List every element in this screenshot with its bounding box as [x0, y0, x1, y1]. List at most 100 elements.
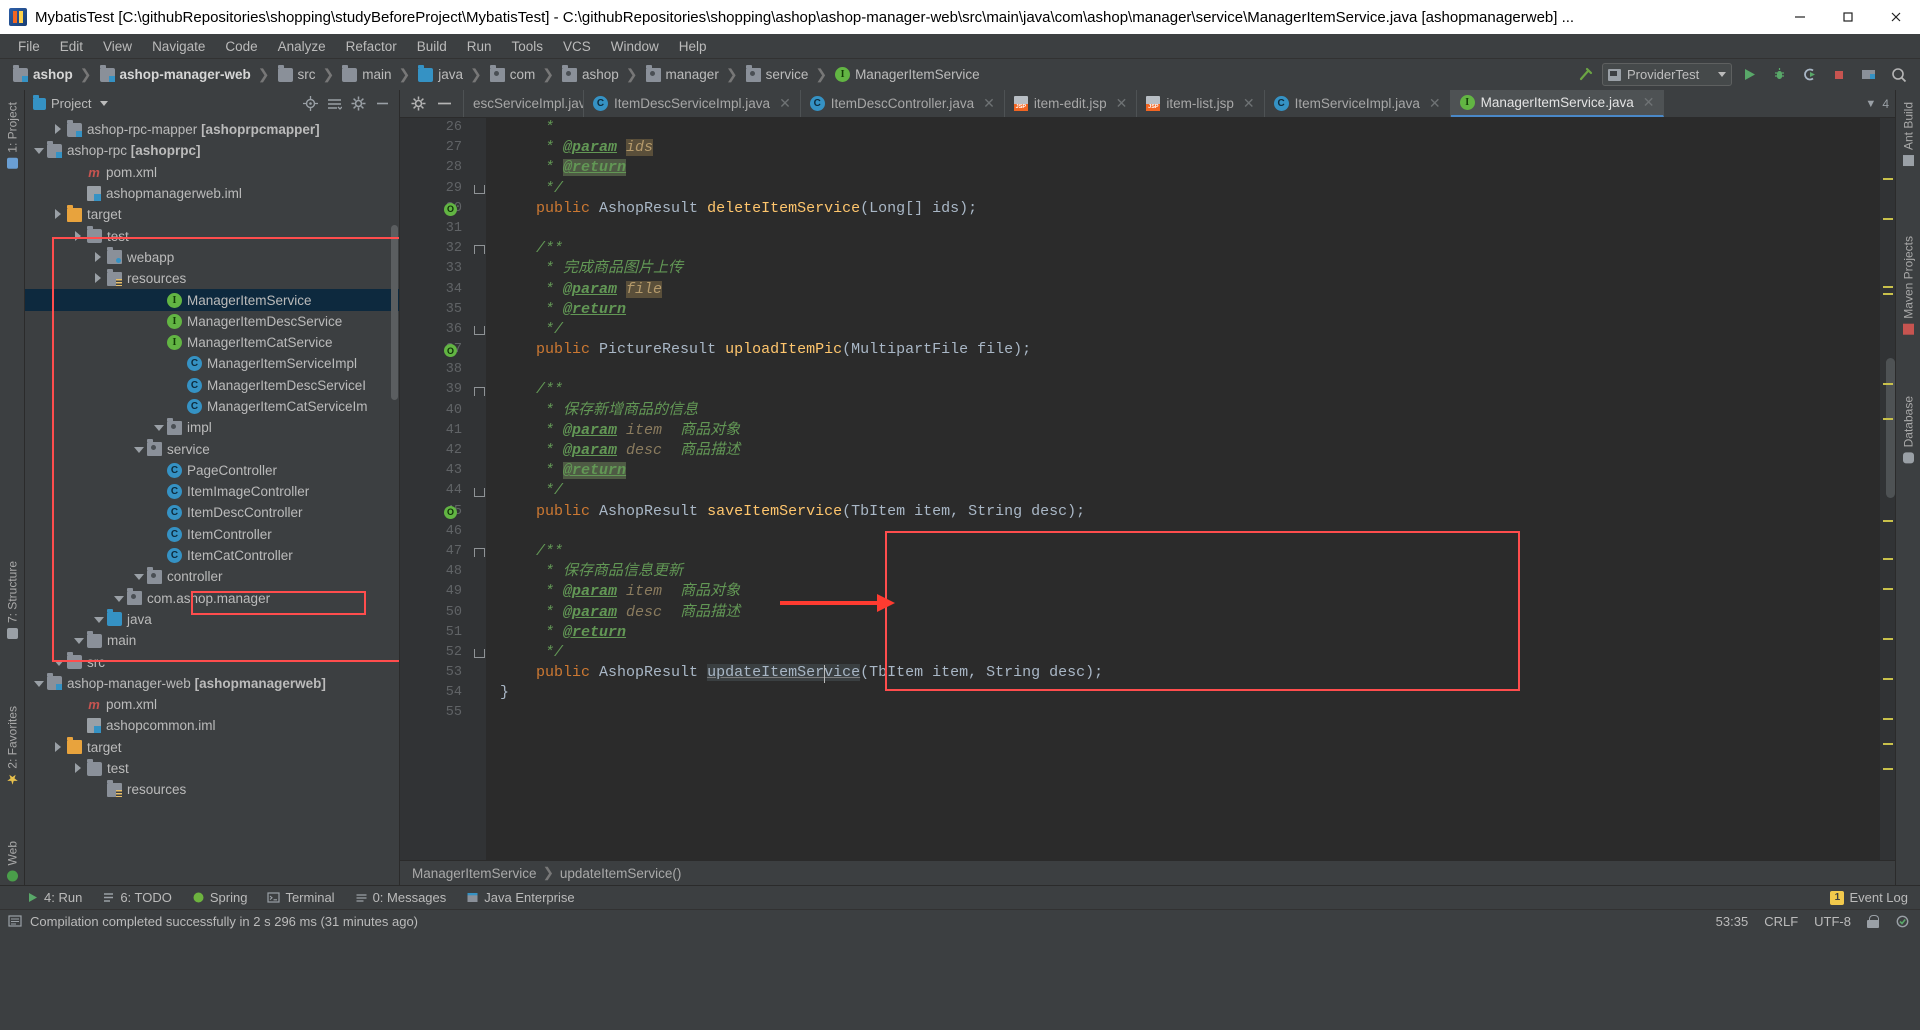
bottom-tab-spring[interactable]: Spring [192, 890, 247, 905]
chevron-down-icon[interactable] [33, 145, 44, 156]
chevron-down-icon[interactable] [53, 657, 64, 668]
tree-item[interactable]: I ManagerItemService [25, 289, 399, 311]
editor-tab-5[interactable]: C ItemServiceImpl.java ✕ [1264, 90, 1451, 117]
tree-item[interactable]: test [25, 758, 399, 779]
menu-view[interactable]: View [93, 36, 142, 57]
tool-tab-project[interactable]: 1: Project [0, 96, 25, 175]
run-button[interactable] [1736, 63, 1762, 87]
tool-tab-structure[interactable]: 7: Structure [0, 555, 25, 645]
tree-item[interactable]: ashop-rpc [ashoprpc] [25, 140, 399, 161]
breadcrumb-manager[interactable]: manager ❯ [643, 64, 743, 83]
breadcrumb-method[interactable]: updateItemService() [560, 866, 682, 881]
debug-button[interactable] [1766, 63, 1792, 87]
tree-item[interactable]: controller [25, 566, 399, 587]
implement-marker-icon[interactable]: O [444, 202, 457, 216]
editor-tab-6[interactable]: I ManagerItemService.java ✕ [1450, 90, 1665, 117]
tool-tab-database[interactable]: Database [1896, 390, 1920, 469]
bottom-tab-run[interactable]: 4: Run [26, 890, 82, 905]
tree-item[interactable]: resources [25, 779, 399, 800]
tool-tab-ant-build[interactable]: Ant Build [1896, 96, 1920, 172]
tree-item[interactable]: service [25, 438, 399, 459]
tool-tab-web[interactable]: Web [0, 835, 25, 887]
menu-navigate[interactable]: Navigate [142, 36, 215, 57]
project-structure-icon[interactable] [1856, 63, 1882, 87]
menu-vcs[interactable]: VCS [553, 36, 601, 57]
tree-item[interactable]: target [25, 737, 399, 758]
tree-item[interactable]: m pom.xml [25, 694, 399, 715]
tree-item[interactable]: webapp [25, 247, 399, 268]
tree-item[interactable]: ashopmanagerweb.iml [25, 183, 399, 204]
menu-window[interactable]: Window [601, 36, 669, 57]
chevron-down-icon[interactable] [33, 678, 44, 689]
stop-button[interactable] [1826, 63, 1852, 87]
menu-code[interactable]: Code [215, 36, 267, 57]
project-file-tree[interactable]: ashop-rpc-mapper [ashoprpcmapper] ashop-r… [25, 117, 399, 885]
breadcrumb-main[interactable]: main ❯ [339, 64, 415, 83]
minimize-button[interactable] [1776, 0, 1824, 34]
fold-handle-icon[interactable] [473, 244, 485, 255]
bottom-tab-todo[interactable]: 6: TODO [102, 890, 172, 905]
editor-scrollbar[interactable] [1886, 358, 1895, 498]
hide-icon[interactable] [437, 96, 452, 111]
caret-position[interactable]: 53:35 [1716, 914, 1749, 929]
editor-tab-1[interactable]: C ItemDescServiceImpl.java ✕ [584, 90, 801, 117]
chevron-right-icon[interactable] [93, 251, 104, 263]
close-icon[interactable]: ✕ [1116, 95, 1128, 112]
tree-item[interactable]: C ItemCatController [25, 545, 399, 566]
source-code-text[interactable]: * * @param ids * @return */ public Ashop… [486, 118, 1880, 860]
chevron-down-icon[interactable] [133, 444, 144, 455]
breadcrumb-ashop[interactable]: ashop ❯ [10, 64, 97, 83]
tree-item[interactable]: C ManagerItemCatServiceIm [25, 396, 399, 417]
breadcrumb-class[interactable]: ManagerItemService [412, 866, 537, 881]
collapse-all-icon[interactable] [327, 96, 342, 111]
breadcrumb-src[interactable]: src ❯ [275, 64, 340, 83]
tree-item[interactable]: C PageController [25, 460, 399, 481]
chevron-right-icon[interactable] [93, 273, 104, 284]
event-log-button[interactable]: 1 Event Log [1830, 890, 1908, 905]
chevron-down-icon[interactable] [153, 422, 164, 433]
breadcrumb-service[interactable]: service ❯ [743, 64, 833, 83]
tree-item[interactable]: C ManagerItemDescServiceI [25, 375, 399, 396]
editor-tab-3[interactable]: item-edit.jsp ✕ [1004, 90, 1138, 117]
error-stripe-marker-bar[interactable] [1880, 118, 1895, 860]
tree-item[interactable]: C ItemController [25, 524, 399, 545]
inspections-icon[interactable] [1895, 914, 1910, 929]
line-number-gutter[interactable]: 26 27 28 29 3031 32 33 34 35 36 37 38 39 40 41 42 43 44 45… [400, 118, 470, 860]
tree-item[interactable]: src [25, 651, 399, 672]
tree-item[interactable]: ashopcommon.iml [25, 715, 399, 736]
editor-tab-4[interactable]: item-list.jsp ✕ [1137, 90, 1265, 117]
breadcrumb-ashop-manager-web[interactable]: ashop-manager-web ❯ [97, 64, 275, 83]
chevron-down-icon[interactable] [113, 593, 124, 604]
editor-tab-2[interactable]: C ItemDescController.java ✕ [800, 90, 1005, 117]
menu-file[interactable]: File [8, 36, 50, 57]
menu-run[interactable]: Run [457, 36, 502, 57]
menu-refactor[interactable]: Refactor [336, 36, 407, 57]
code-folding-column[interactable] [470, 118, 486, 860]
fold-handle-icon[interactable] [473, 184, 485, 195]
fold-handle-icon[interactable] [473, 648, 485, 659]
close-icon[interactable]: ✕ [779, 95, 791, 112]
menu-help[interactable]: Help [669, 36, 717, 57]
gear-icon[interactable] [351, 96, 366, 111]
breadcrumb-com[interactable]: com ❯ [487, 64, 559, 83]
project-panel-title-group[interactable]: Project [33, 94, 109, 111]
chevron-right-icon[interactable] [53, 741, 64, 753]
tool-tab-favorites[interactable]: 2: Favorites [0, 700, 25, 791]
close-button[interactable] [1872, 0, 1920, 34]
run-configuration-selector[interactable]: ProviderTest [1602, 63, 1732, 86]
chevron-down-icon[interactable] [93, 614, 104, 625]
close-icon[interactable]: ✕ [1243, 95, 1255, 112]
close-icon[interactable]: ✕ [1643, 94, 1655, 111]
line-separator-indicator[interactable]: CRLF [1764, 914, 1798, 929]
breadcrumb-manageritemservice[interactable]: I ManagerItemService [832, 67, 982, 82]
tree-item[interactable]: impl [25, 417, 399, 438]
breadcrumb-java[interactable]: java ❯ [415, 64, 487, 83]
fold-handle-icon[interactable] [473, 386, 485, 397]
tree-item[interactable]: ashop-manager-web [ashopmanagerweb] [25, 673, 399, 694]
chevron-right-icon[interactable] [73, 230, 84, 242]
close-icon[interactable]: ✕ [1429, 95, 1441, 112]
hide-icon[interactable] [375, 96, 390, 111]
chevron-right-icon[interactable] [53, 209, 64, 220]
tree-item[interactable]: I ManagerItemCatService [25, 332, 399, 353]
menu-edit[interactable]: Edit [50, 36, 93, 57]
